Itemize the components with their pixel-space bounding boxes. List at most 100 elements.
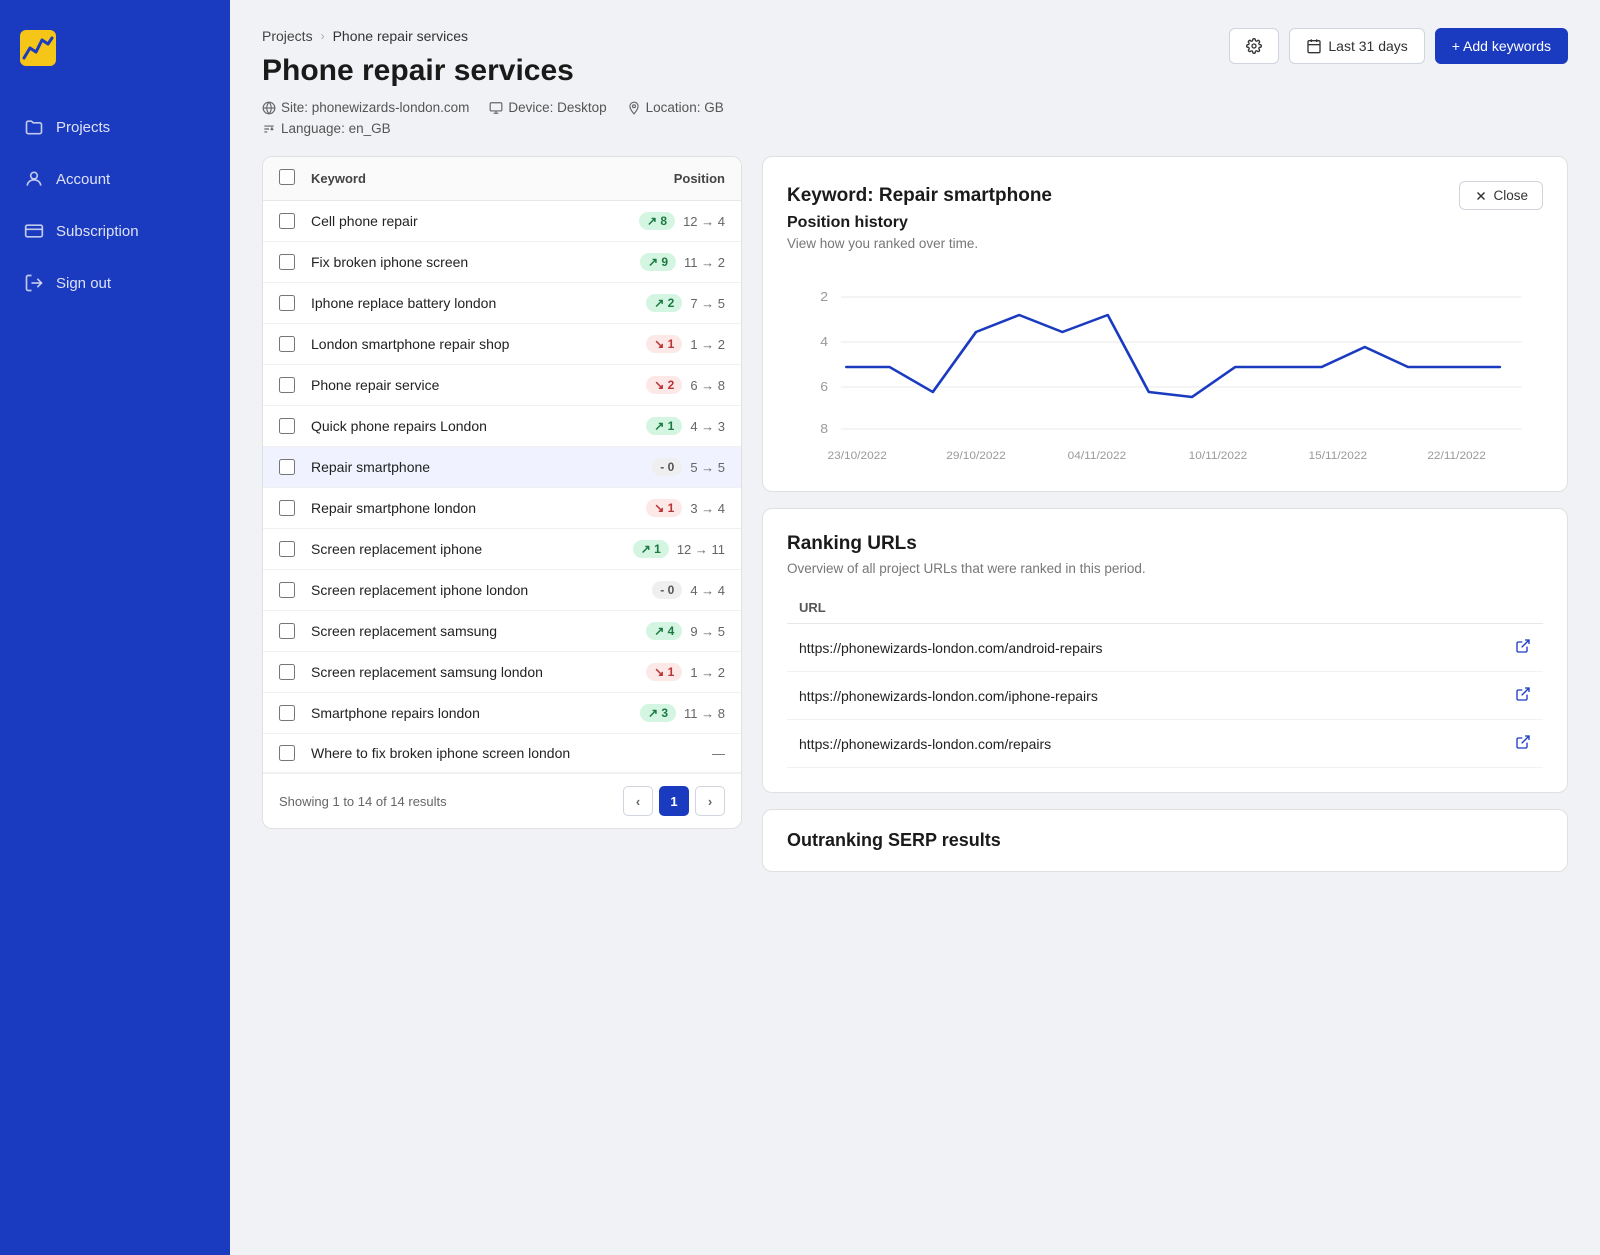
position-change: 7 → 5 — [690, 296, 725, 311]
url-value: https://phonewizards-london.com/iphone-r… — [799, 688, 1098, 704]
position-change: 9 → 5 — [690, 624, 725, 639]
svg-text:4: 4 — [820, 334, 828, 348]
globe-icon — [262, 101, 276, 115]
settings-button[interactable] — [1229, 28, 1279, 64]
row-checkbox[interactable] — [279, 418, 295, 434]
ranking-urls-subtitle: Overview of all project URLs that were r… — [787, 561, 1543, 576]
folder-icon — [24, 117, 44, 137]
sidebar-item-label: Subscription — [56, 223, 139, 240]
table-row[interactable]: Screen replacement samsung ↗ 4 9 → 5 — [263, 611, 741, 652]
meta-language-label: Language: en_GB — [281, 121, 391, 136]
badge: ↘ 1 — [646, 663, 682, 681]
row-checkbox[interactable] — [279, 295, 295, 311]
next-page-button[interactable]: › — [695, 786, 725, 816]
page-1-button[interactable]: 1 — [659, 786, 689, 816]
sidebar-item-account[interactable]: Account — [0, 153, 230, 205]
breadcrumb-parent[interactable]: Projects — [262, 28, 313, 44]
position-change: 11 → 8 — [684, 706, 725, 721]
row-checkbox[interactable] — [279, 377, 295, 393]
add-keywords-button[interactable]: + Add keywords — [1435, 28, 1568, 64]
meta-device-label: Device: Desktop — [508, 100, 606, 115]
table-row[interactable]: Smartphone repairs london ↗ 3 11 → 8 — [263, 693, 741, 734]
person-icon — [24, 169, 44, 189]
date-range-label: Last 31 days — [1328, 38, 1407, 54]
row-checkbox[interactable] — [279, 213, 295, 229]
add-keywords-label: + Add keywords — [1452, 38, 1551, 54]
keyword-cell: Iphone replace battery london — [311, 295, 585, 311]
table-header: Keyword Position — [263, 157, 741, 201]
ranking-urls-title: Ranking URLs — [787, 533, 1543, 555]
header-check — [279, 169, 311, 188]
row-checkbox[interactable] — [279, 745, 295, 761]
gear-icon — [1246, 38, 1262, 54]
badge: - 0 — [652, 458, 682, 476]
row-checkbox[interactable] — [279, 705, 295, 721]
keyword-cell: Fix broken iphone screen — [311, 254, 585, 270]
row-checkbox[interactable] — [279, 500, 295, 516]
sidebar-item-label: Account — [56, 171, 110, 188]
calendar-icon — [1306, 38, 1322, 54]
sidebar-item-projects[interactable]: Projects — [0, 101, 230, 153]
table-row[interactable]: Cell phone repair ↗ 8 12 → 4 — [263, 201, 741, 242]
row-checkbox[interactable] — [279, 582, 295, 598]
breadcrumb-current: Phone repair services — [333, 28, 468, 44]
table-row[interactable]: Phone repair service ↘ 2 6 → 8 — [263, 365, 741, 406]
position-change: — — [712, 746, 725, 761]
row-checkbox[interactable] — [279, 541, 295, 557]
url-col-header: URL — [787, 592, 1543, 624]
svg-text:2: 2 — [820, 289, 828, 303]
external-link-icon[interactable] — [1515, 686, 1531, 705]
svg-text:15/11/2022: 15/11/2022 — [1309, 450, 1368, 462]
date-range-button[interactable]: Last 31 days — [1289, 28, 1424, 64]
position-change: 1 → 2 — [690, 337, 725, 352]
keyword-cell: London smartphone repair shop — [311, 336, 585, 352]
position-change: 12 → 4 — [683, 214, 725, 229]
panel-header: Keyword: Repair smartphone Close — [787, 181, 1543, 210]
table-row[interactable]: Screen replacement iphone london - 0 4 →… — [263, 570, 741, 611]
position-history-title: Position history — [787, 214, 1543, 232]
url-value: https://phonewizards-london.com/repairs — [799, 736, 1051, 752]
table-row[interactable]: Repair smartphone london ↘ 1 3 → 4 — [263, 488, 741, 529]
meta-location-label: Location: GB — [646, 100, 724, 115]
table-footer: Showing 1 to 14 of 14 results ‹ 1 › — [263, 773, 741, 828]
sidebar-item-signout[interactable]: Sign out — [0, 257, 230, 309]
logo — [0, 20, 230, 101]
keyword-cell: Quick phone repairs London — [311, 418, 585, 434]
table-row[interactable]: Screen replacement iphone ↗ 1 12 → 11 — [263, 529, 741, 570]
meta-location: Location: GB — [627, 100, 724, 115]
ranking-urls-panel: Ranking URLs Overview of all project URL… — [762, 508, 1568, 793]
position-change: 3 → 4 — [690, 501, 725, 516]
keyword-detail-panel: Keyword: Repair smartphone Close Positio… — [762, 156, 1568, 492]
svg-text:22/11/2022: 22/11/2022 — [1427, 450, 1486, 462]
prev-page-button[interactable]: ‹ — [623, 786, 653, 816]
badge: ↗ 4 — [646, 622, 682, 640]
table-row[interactable]: London smartphone repair shop ↘ 1 1 → 2 — [263, 324, 741, 365]
row-checkbox[interactable] — [279, 664, 295, 680]
external-link-icon[interactable] — [1515, 734, 1531, 753]
row-checkbox[interactable] — [279, 254, 295, 270]
row-checkbox[interactable] — [279, 623, 295, 639]
url-row: https://phonewizards-london.com/repairs — [787, 720, 1543, 768]
external-link-icon[interactable] — [1515, 638, 1531, 657]
table-row[interactable]: Repair smartphone - 0 5 → 5 — [263, 447, 741, 488]
table-row[interactable]: Screen replacement samsung london ↘ 1 1 … — [263, 652, 741, 693]
row-checkbox[interactable] — [279, 336, 295, 352]
keyword-cell: Screen replacement samsung — [311, 623, 585, 639]
outranking-panel: Outranking SERP results — [762, 809, 1568, 872]
select-all-checkbox[interactable] — [279, 169, 295, 185]
badge: ↘ 1 — [646, 335, 682, 353]
table-row[interactable]: Iphone replace battery london ↗ 2 7 → 5 — [263, 283, 741, 324]
table-row[interactable]: Fix broken iphone screen ↗ 9 11 → 2 — [263, 242, 741, 283]
svg-text:6: 6 — [820, 379, 828, 393]
close-label: Close — [1493, 188, 1528, 203]
table-row[interactable]: Quick phone repairs London ↗ 1 4 → 3 — [263, 406, 741, 447]
url-row: https://phonewizards-london.com/iphone-r… — [787, 672, 1543, 720]
table-row[interactable]: Where to fix broken iphone screen london… — [263, 734, 741, 773]
meta-device: Device: Desktop — [489, 100, 606, 115]
close-panel-button[interactable]: Close — [1459, 181, 1543, 210]
row-checkbox[interactable] — [279, 459, 295, 475]
position-change: 1 → 2 — [690, 665, 725, 680]
badge: ↗ 1 — [646, 417, 682, 435]
keywords-panel: Keyword Position Cell phone repair ↗ 8 1… — [262, 156, 742, 829]
sidebar-item-subscription[interactable]: Subscription — [0, 205, 230, 257]
